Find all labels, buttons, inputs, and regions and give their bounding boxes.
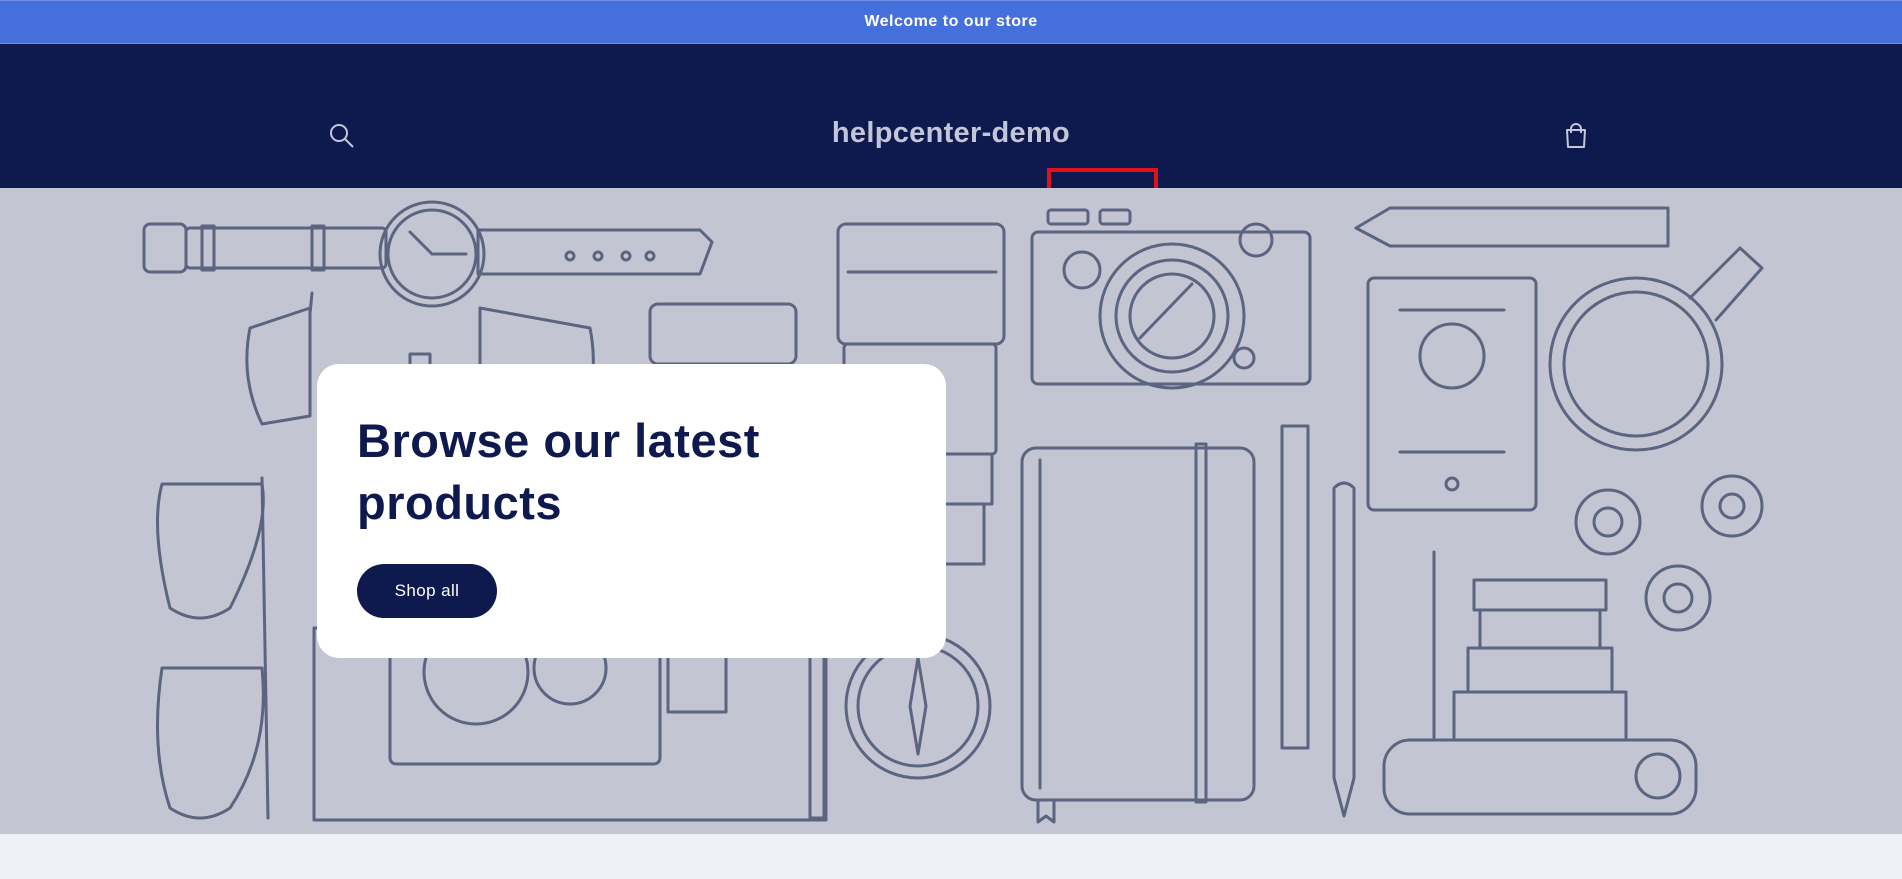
store-brand[interactable]: helpcenter-demo xyxy=(0,117,1902,150)
shop-all-button[interactable]: Shop all xyxy=(357,564,497,618)
hero-card: Browse our latest products Shop all xyxy=(317,364,946,658)
announcement-text: Welcome to our store xyxy=(864,13,1038,30)
page-content-start xyxy=(0,834,1902,879)
announcement-bar: Welcome to our store xyxy=(0,0,1902,44)
site-header: helpcenter-demo Home Catalog Contact Blo… xyxy=(0,44,1902,226)
hero-banner: Browse our latest products Shop all xyxy=(0,188,1902,834)
hero-heading: Browse our latest products xyxy=(357,414,760,529)
cart-icon[interactable] xyxy=(1560,120,1592,152)
hero-illustration xyxy=(142,200,1764,824)
